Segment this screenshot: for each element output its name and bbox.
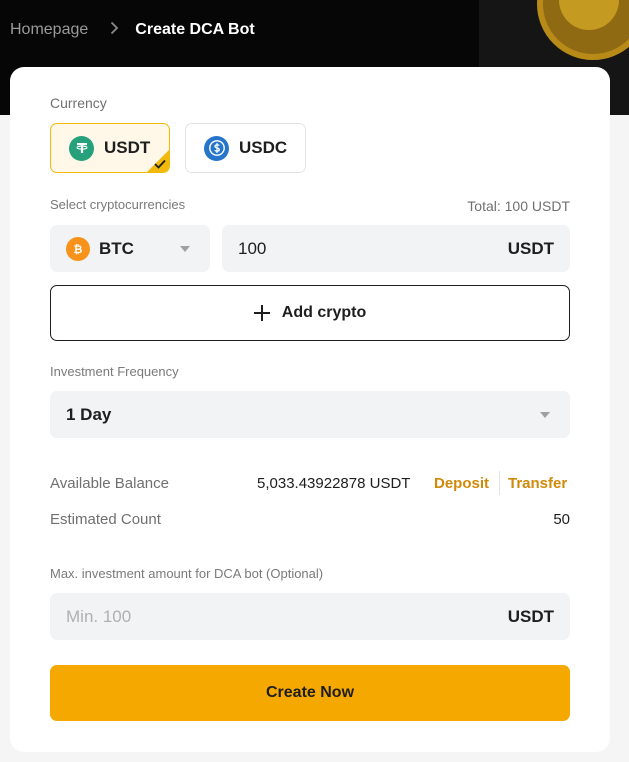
breadcrumb-home-link[interactable]: Homepage <box>10 21 88 39</box>
coin-select-value: BTC <box>99 238 134 258</box>
currency-label: Currency <box>50 95 107 111</box>
svg-text:₿: ₿ <box>74 243 83 256</box>
frequency-label: Investment Frequency <box>50 364 179 379</box>
breadcrumb: Homepage Create DCA Bot <box>10 19 255 41</box>
currency-option-label: USDT <box>104 138 151 157</box>
check-icon <box>154 159 166 169</box>
tether-icon <box>69 135 94 161</box>
total-amount: Total: 100 USDT <box>467 198 570 214</box>
plus-icon <box>253 305 270 321</box>
max-investment-label: Max. investment amount for DCA bot (Opti… <box>50 566 324 581</box>
amount-input[interactable]: 100 USDT <box>222 225 570 272</box>
breadcrumb-current: Create DCA Bot <box>135 21 255 38</box>
usdc-icon <box>204 135 229 161</box>
currency-option-label: USDC <box>239 138 288 157</box>
deposit-link[interactable]: Deposit <box>434 475 489 492</box>
chevron-right-icon <box>110 20 119 40</box>
max-investment-input[interactable]: Min. 100 USDT <box>50 593 570 640</box>
currency-option-usdt[interactable]: USDT <box>50 123 170 173</box>
max-investment-placeholder: Min. 100 <box>66 606 132 626</box>
add-crypto-label: Add crypto <box>281 304 367 321</box>
divider <box>499 471 500 495</box>
available-balance-label: Available Balance <box>50 475 169 492</box>
add-crypto-button[interactable]: Add crypto <box>50 285 570 341</box>
frequency-select[interactable]: 1 Day <box>50 391 570 438</box>
frequency-value: 1 Day <box>66 404 112 424</box>
estimated-count-value: 50 <box>553 511 570 528</box>
coin-select[interactable]: ₿ BTC <box>50 225 210 272</box>
create-dca-card: Currency USDT USDC Select cryptocurrenci… <box>10 67 610 752</box>
transfer-link[interactable]: Transfer <box>508 475 567 492</box>
select-crypto-label: Select cryptocurrencies <box>50 197 186 212</box>
currency-option-usdc[interactable]: USDC <box>185 123 306 173</box>
estimated-count-label: Estimated Count <box>50 511 161 528</box>
max-investment-unit: USDT <box>507 606 554 626</box>
caret-down-icon <box>180 246 190 252</box>
bitcoin-icon: ₿ <box>66 236 90 261</box>
create-now-button[interactable]: Create Now <box>50 665 570 721</box>
amount-unit: USDT <box>507 238 554 258</box>
amount-value: 100 <box>238 238 267 258</box>
caret-down-icon <box>540 412 550 418</box>
available-balance-value: 5,033.43922878 USDT <box>257 475 411 492</box>
